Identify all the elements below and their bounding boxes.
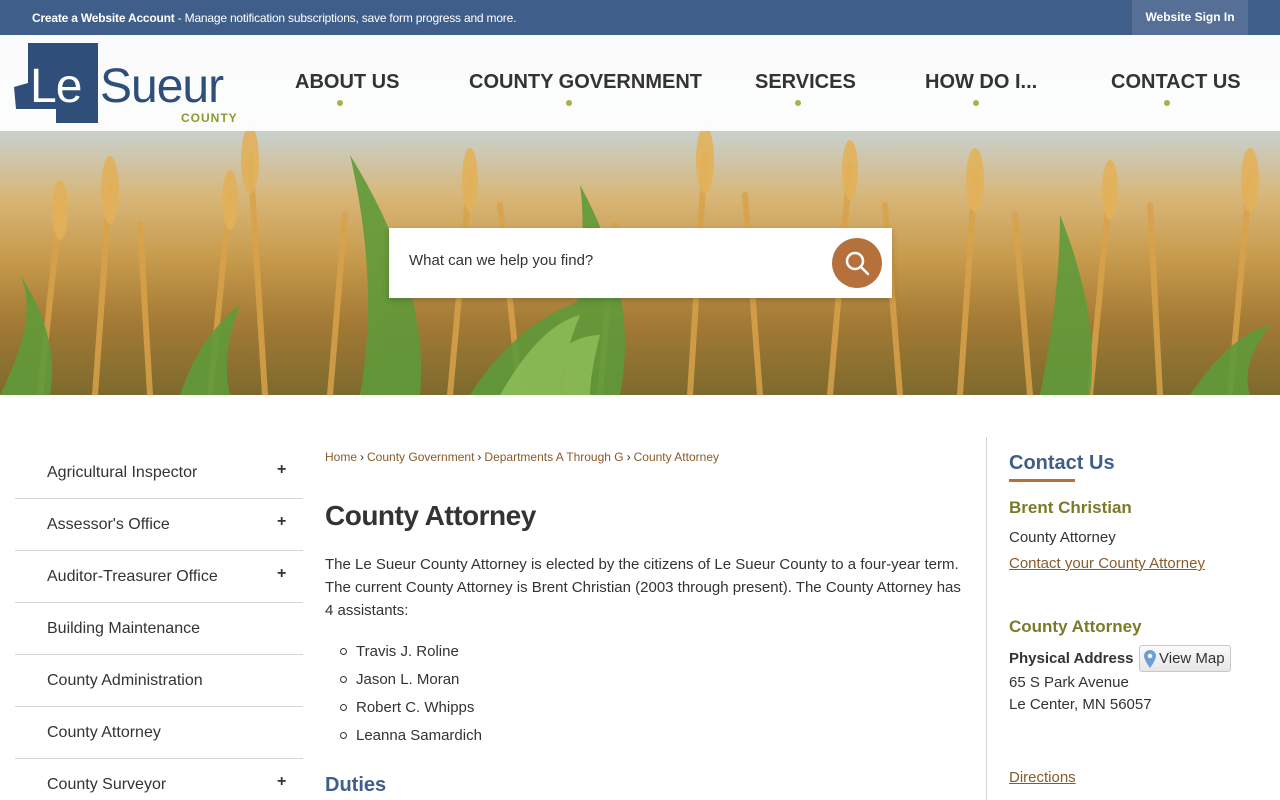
le-sueur-county-logo[interactable]: Le Sueur COUNTY: [14, 43, 244, 125]
breadcrumb-separator: ›: [360, 450, 365, 464]
department-heading: County Attorney: [1009, 617, 1142, 636]
logo-text-sueur: Sueur: [100, 60, 224, 113]
sidebar-item-label: County Attorney: [47, 724, 161, 741]
nav-indicator: [566, 100, 572, 106]
search-button[interactable]: [832, 238, 882, 288]
breadcrumb-county-government[interactable]: County Government: [367, 450, 474, 464]
site-search: [389, 228, 892, 298]
intro-paragraph: The Le Sueur County Attorney is elected …: [325, 556, 961, 619]
top-bar: Create a Website Account - Manage notifi…: [0, 0, 1280, 35]
search-icon: [845, 251, 870, 276]
nav-how-do-i[interactable]: HOW DO I...: [925, 71, 1037, 94]
search-input[interactable]: [409, 252, 829, 269]
sidebar-item-county-administration[interactable]: County Administration: [15, 655, 303, 707]
website-sign-in-button[interactable]: Website Sign In: [1132, 0, 1248, 35]
sidebar-item-label: Assessor's Office: [47, 516, 170, 533]
expand-plus-icon[interactable]: +: [277, 773, 286, 791]
breadcrumb-separator: ›: [477, 450, 482, 464]
nav-county-government[interactable]: COUNTY GOVERNMENT: [469, 71, 702, 94]
sidebar-item-label: County Surveyor: [47, 776, 167, 793]
logo-text-le: Le: [30, 60, 82, 113]
address-city: Le Center, MN 56057: [1009, 696, 1152, 713]
create-account-link[interactable]: Create a Website Account: [32, 11, 175, 25]
sidebar-item-auditor-treasurer-office[interactable]: Auditor-Treasurer Office +: [15, 551, 303, 603]
site-header: Le Sueur COUNTY ABOUT US COUNTY GOVERNME…: [0, 35, 1280, 131]
breadcrumb: Home › County Government › Departments A Thr…: [325, 450, 719, 464]
view-map-button[interactable]: View Map: [1139, 645, 1231, 672]
nav-about-us[interactable]: ABOUT US: [295, 71, 399, 94]
list-item: Robert C. Whipps: [340, 699, 482, 727]
duties-heading: Duties: [325, 774, 387, 796]
department-side-nav: Agricultural Inspector + Assessor's Offi…: [15, 447, 303, 800]
physical-address-label: Physical Address: [1009, 650, 1134, 667]
contact-name: Brent Christian: [1009, 498, 1132, 517]
sidebar-item-label: Agricultural Inspector: [47, 464, 198, 481]
column-divider: [986, 437, 987, 800]
heading-underline: [1009, 479, 1075, 482]
list-item: Leanna Samardich: [340, 727, 482, 755]
nav-indicator: [337, 100, 343, 106]
sidebar-item-label: County Administration: [47, 672, 203, 689]
assistants-list: Travis J. Roline Jason L. Moran Robert C…: [340, 643, 482, 755]
breadcrumb-departments-a-g[interactable]: Departments A Through G: [484, 450, 623, 464]
contact-us-heading: Contact Us: [1009, 452, 1115, 474]
breadcrumb-county-attorney[interactable]: County Attorney: [634, 450, 719, 464]
account-description: - Manage notification subscriptions, sav…: [174, 11, 517, 25]
contact-county-attorney-link[interactable]: Contact your County Attorney: [1009, 555, 1205, 572]
sidebar-item-agricultural-inspector[interactable]: Agricultural Inspector +: [15, 447, 303, 499]
nav-indicator: [795, 100, 801, 106]
page-title: County Attorney: [325, 500, 536, 531]
sidebar-item-label: Auditor-Treasurer Office: [47, 568, 218, 585]
account-message[interactable]: Create a Website Account - Manage notifi…: [32, 11, 516, 25]
breadcrumb-separator: ›: [626, 450, 631, 464]
logo-text-county: COUNTY: [181, 111, 238, 125]
sidebar-item-building-maintenance[interactable]: Building Maintenance: [15, 603, 303, 655]
expand-plus-icon[interactable]: +: [277, 513, 286, 531]
sidebar-item-assessors-office[interactable]: Assessor's Office +: [15, 499, 303, 551]
map-pin-icon: [1144, 650, 1156, 668]
breadcrumb-home[interactable]: Home: [325, 450, 357, 464]
contact-role: County Attorney: [1009, 529, 1116, 546]
nav-indicator: [973, 100, 979, 106]
view-map-label: View Map: [1159, 650, 1225, 667]
nav-services[interactable]: SERVICES: [755, 71, 856, 94]
expand-plus-icon[interactable]: +: [277, 565, 286, 583]
list-item: Jason L. Moran: [340, 671, 482, 699]
address-street: 65 S Park Avenue: [1009, 674, 1129, 691]
expand-plus-icon[interactable]: +: [277, 461, 286, 479]
directions-link[interactable]: Directions: [1009, 769, 1076, 786]
sidebar-item-county-attorney[interactable]: County Attorney: [15, 707, 303, 759]
nav-contact-us[interactable]: CONTACT US: [1111, 71, 1241, 94]
nav-indicator: [1164, 100, 1170, 106]
sidebar-item-label: Building Maintenance: [47, 620, 200, 637]
sidebar-item-county-surveyor[interactable]: County Surveyor +: [15, 759, 303, 800]
list-item: Travis J. Roline: [340, 643, 482, 671]
